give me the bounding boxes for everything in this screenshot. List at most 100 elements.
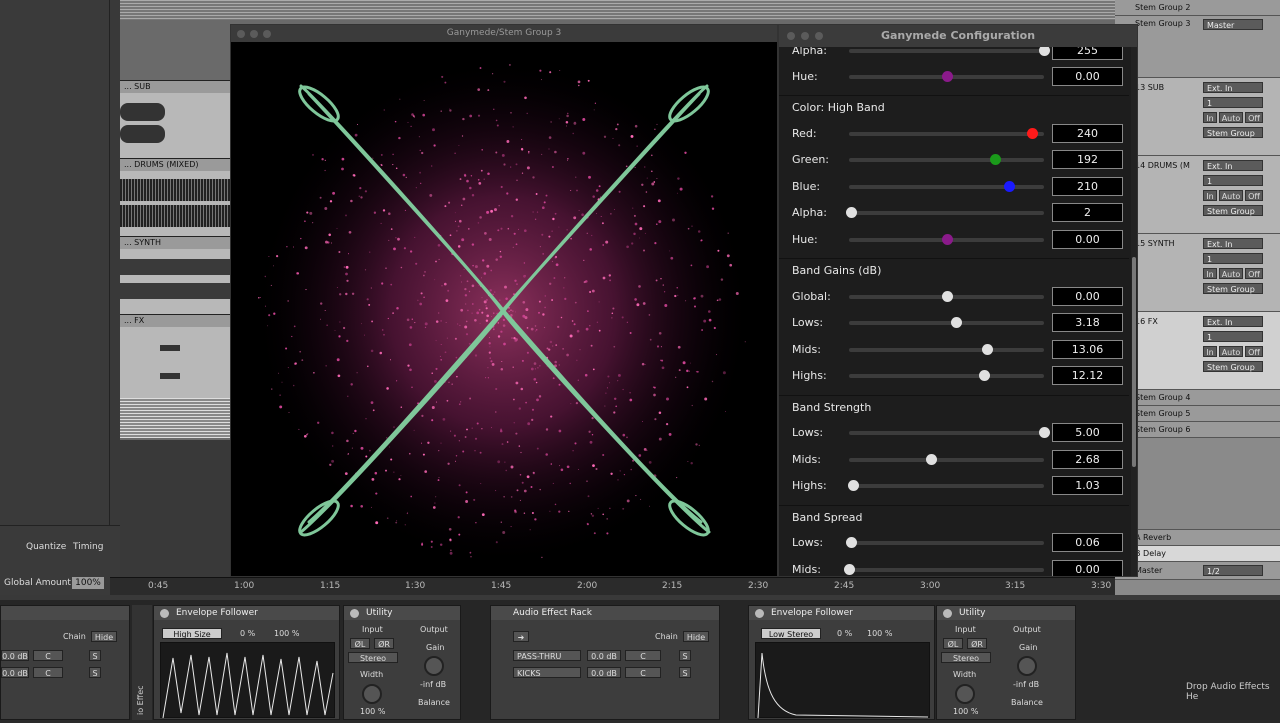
param-slider[interactable]: [849, 128, 1044, 139]
param-slider[interactable]: [849, 181, 1044, 192]
envelope-follower-1[interactable]: Envelope Follower High Size 0 % 100 %: [153, 605, 340, 720]
input-channel-select[interactable]: 1: [1203, 175, 1263, 186]
monitor-off-button[interactable]: Off: [1245, 346, 1263, 357]
power-icon[interactable]: [350, 609, 359, 618]
mode-select[interactable]: High Size: [162, 628, 222, 639]
monitor-auto-button[interactable]: Auto: [1219, 346, 1243, 357]
width-knob[interactable]: [955, 684, 975, 704]
window-titlebar[interactable]: Ganymede Configuration: [779, 25, 1137, 47]
input-type-select[interactable]: Ext. In: [1203, 238, 1263, 249]
input-channel-select[interactable]: 1: [1203, 331, 1263, 342]
param-slider[interactable]: [849, 344, 1044, 355]
minimize-window-icon[interactable]: [801, 32, 809, 40]
output-select[interactable]: Stem Group: [1203, 127, 1263, 138]
param-value-field[interactable]: 12.12: [1052, 366, 1123, 385]
slider-thumb[interactable]: [847, 480, 859, 491]
close-window-icon[interactable]: [237, 30, 245, 38]
param-slider[interactable]: [849, 370, 1044, 381]
utility-2[interactable]: Utility Input Output ØL ØR Stereo Gain -…: [936, 605, 1076, 720]
width-knob[interactable]: [362, 684, 382, 704]
mixer-group-row[interactable]: Stem Group 4: [1115, 390, 1280, 406]
chain-name[interactable]: KICKS: [513, 667, 581, 678]
mixer-group-row[interactable]: Stem Group 5: [1115, 406, 1280, 422]
param-value-field[interactable]: 2.68: [1052, 450, 1123, 469]
input-channel-select[interactable]: 1: [1203, 97, 1263, 108]
param-value-field[interactable]: 0.00: [1052, 287, 1123, 306]
global-amount-value[interactable]: 100%: [72, 577, 104, 589]
monitor-in-button[interactable]: In: [1203, 346, 1217, 357]
param-slider[interactable]: [844, 564, 1044, 575]
solo-button[interactable]: S: [679, 650, 691, 661]
mixer-group-row[interactable]: Stem Group 2: [1115, 0, 1280, 16]
chain-pan[interactable]: C: [625, 667, 661, 678]
param-slider[interactable]: [845, 537, 1044, 548]
param-slider[interactable]: [849, 71, 1044, 82]
gain-knob[interactable]: [424, 656, 444, 676]
slider-thumb[interactable]: [941, 71, 953, 82]
param-value-field[interactable]: 0.00: [1052, 230, 1123, 249]
track-drums[interactable]: ... DRUMS (MIXED): [120, 158, 232, 236]
param-slider[interactable]: [849, 317, 1044, 328]
output-select[interactable]: Stem Group: [1203, 205, 1263, 216]
monitor-in-button[interactable]: In: [1203, 190, 1217, 201]
window-titlebar[interactable]: Ganymede/Stem Group 3: [231, 25, 777, 42]
return-track-row[interactable]: A Reverb: [1115, 530, 1280, 546]
input-type-select[interactable]: Ext. In: [1203, 160, 1263, 171]
param-slider[interactable]: [849, 154, 1044, 165]
slider-thumb[interactable]: [941, 234, 953, 245]
track-sub[interactable]: ... SUB: [120, 80, 232, 158]
slider-thumb[interactable]: [951, 317, 963, 328]
output-select[interactable]: Stem Group: [1203, 283, 1263, 294]
phase-left-button[interactable]: ØL: [943, 638, 963, 649]
chain-pan[interactable]: C: [33, 667, 63, 678]
param-value-field[interactable]: 0.06: [1052, 533, 1123, 552]
param-value-field[interactable]: 0.00: [1052, 560, 1123, 576]
solo-button[interactable]: S: [89, 667, 101, 678]
power-icon[interactable]: [755, 609, 764, 618]
output-select[interactable]: Stem Group: [1203, 361, 1263, 372]
slider-thumb[interactable]: [1003, 181, 1015, 192]
mode-select[interactable]: Low Stereo: [761, 628, 821, 639]
monitor-in-button[interactable]: In: [1203, 268, 1217, 279]
master-track-row[interactable]: Master 1/2: [1115, 562, 1280, 580]
mixer-track-row[interactable]: 13 SUB Ext. In 1 In Auto Off Stem Group: [1115, 78, 1280, 156]
monitor-auto-button[interactable]: Auto: [1219, 268, 1243, 279]
config-scrollbar[interactable]: [1131, 47, 1137, 576]
monitor-off-button[interactable]: Off: [1245, 112, 1263, 123]
chain-pan[interactable]: C: [625, 650, 661, 661]
chain-volume[interactable]: 0.0 dB: [587, 650, 621, 661]
input-channel-select[interactable]: 1: [1203, 253, 1263, 264]
phase-right-button[interactable]: ØR: [967, 638, 987, 649]
monitor-auto-button[interactable]: Auto: [1219, 112, 1243, 123]
channel-mode-select[interactable]: Stereo: [941, 652, 991, 663]
slider-thumb[interactable]: [844, 564, 855, 575]
chain-volume[interactable]: 0.0 dB: [1, 650, 29, 661]
param-value-field[interactable]: 3.18: [1052, 313, 1123, 332]
timeline-ruler[interactable]: 0:45 1:00 1:15 1:30 1:45 2:00 2:15 2:30 …: [110, 577, 1115, 595]
param-slider[interactable]: [849, 427, 1050, 438]
param-value-field[interactable]: 0.00: [1052, 67, 1123, 86]
slider-thumb[interactable]: [941, 291, 953, 302]
param-value-field[interactable]: 210: [1052, 177, 1123, 196]
monitor-auto-button[interactable]: Auto: [1219, 190, 1243, 201]
mixer-group-row[interactable]: Stem Group 6: [1115, 422, 1280, 438]
hide-button[interactable]: Hide: [91, 631, 117, 642]
track-synth[interactable]: ... SYNTH: [120, 236, 232, 314]
chain-volume[interactable]: 0.0 dB: [587, 667, 621, 678]
slider-thumb[interactable]: [925, 454, 937, 465]
track-fx[interactable]: ... FX: [120, 314, 232, 398]
mixer-group-row[interactable]: Stem Group 3 Master: [1115, 16, 1280, 78]
chain-volume[interactable]: 0.0 dB: [1, 667, 29, 678]
mixer-track-row[interactable]: 16 FX Ext. In 1 In Auto Off Stem Group: [1115, 312, 1280, 390]
zoom-window-icon[interactable]: [815, 32, 823, 40]
master-output-select[interactable]: 1/2: [1203, 565, 1263, 576]
monitor-off-button[interactable]: Off: [1245, 268, 1263, 279]
power-icon[interactable]: [160, 609, 169, 618]
param-value-field[interactable]: 5.00: [1052, 423, 1123, 442]
audio-effect-rack[interactable]: Audio Effect Rack ➜ Chain Hide PASS-THRU…: [490, 605, 720, 720]
configuration-window[interactable]: Ganymede Configuration Alpha: 255 Hue: 0.00…: [778, 24, 1138, 577]
param-slider[interactable]: [845, 207, 1044, 218]
param-slider[interactable]: [849, 45, 1050, 56]
zoom-window-icon[interactable]: [263, 30, 271, 38]
param-slider[interactable]: [849, 234, 1044, 245]
